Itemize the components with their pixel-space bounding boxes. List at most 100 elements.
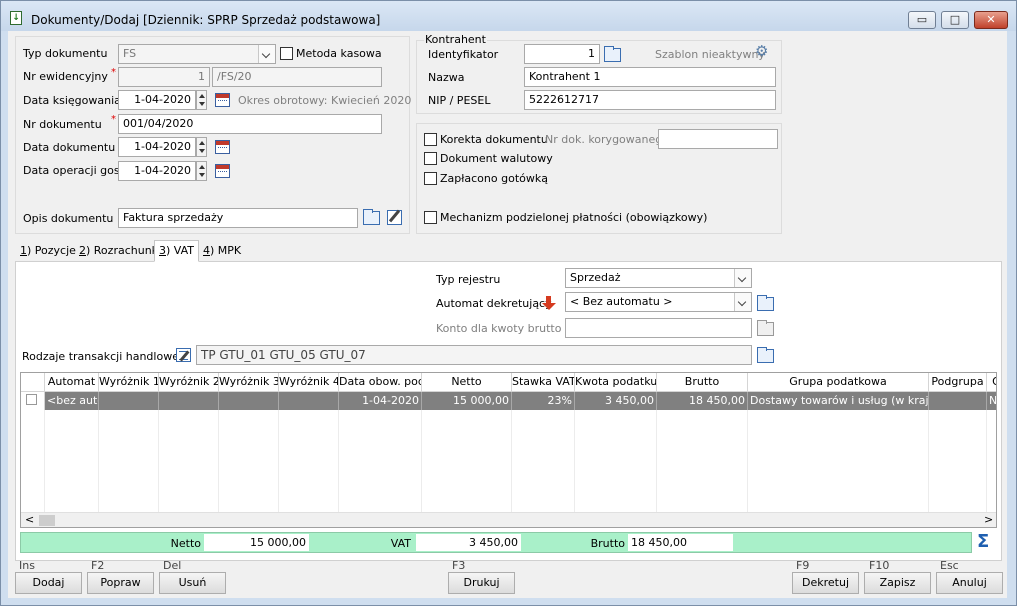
grid-header-data-obow[interactable]: Data obow. pod. [339,373,422,392]
nazwa-input[interactable]: Kontrahent 1 [524,67,776,87]
opis-dokumentu-input[interactable]: Faktura sprzedaży [118,208,358,228]
scroll-left-button[interactable]: < [25,513,34,526]
folder-icon[interactable] [604,46,621,62]
folder-icon [757,320,774,336]
grid-header-brutto[interactable]: Brutto [657,373,748,392]
grid-header-wyroznik-2[interactable]: Wyróżnik 2 [159,373,219,392]
tab-rozrachunki[interactable]: 2) Rozrachunki [74,240,166,261]
arrow-down-icon[interactable] [540,293,558,313]
data-dokumentu-input[interactable]: 1-04-2020 [118,137,196,157]
grid-header-o[interactable]: O [987,373,996,392]
data-ksiegowania-label: Data księgowania [23,94,121,107]
tab-pozycje[interactable]: 1) Pozycje [15,240,81,261]
tab-mpk[interactable]: 4) MPK [198,240,246,261]
okres-obrotowy-text: Okres obrotowy: Kwiecień 2020 [238,94,412,107]
summary-row: Netto 15 000,00 VAT 3 450,00 Brutto 18 4… [20,532,972,553]
gotowka-checkbox[interactable] [424,172,437,185]
nr-dokumentu-input[interactable]: 001/04/2020 [118,114,382,134]
row-select-cell[interactable] [21,392,45,410]
nip-input[interactable]: 5222612717 [524,90,776,110]
anuluj-button[interactable]: Anuluj [936,572,1003,594]
data-operacji-input[interactable]: 1-04-2020 [118,161,196,181]
grid-header-wyroznik-3[interactable]: Wyróżnik 3 [219,373,279,392]
zapisz-shortcut: F10 [869,559,890,572]
scroll-right-button[interactable]: > [984,513,993,526]
typ-dokumentu-select[interactable]: FS [118,44,276,64]
cell-wyroznik-4 [279,392,339,410]
row-checkbox[interactable] [26,394,37,405]
grid-header-select[interactable] [21,373,45,392]
mechanizm-checkbox[interactable] [424,211,437,224]
grid-header-grupa-podatkowa[interactable]: Grupa podatkowa [748,373,929,392]
dekretuj-shortcut: F9 [796,559,810,572]
grid-header-automat[interactable]: Automat [45,373,99,392]
grid-header-wyroznik-4[interactable]: Wyróżnik 4 [279,373,339,392]
drukuj-button[interactable]: Drukuj [448,572,515,594]
list-edit-icon[interactable] [176,348,191,362]
typ-rejestru-select[interactable]: Sprzedaż [565,268,752,288]
gear-icon[interactable]: ⚙ [755,44,770,59]
folder-icon[interactable] [363,209,380,225]
data-ksiegowania-input[interactable]: 1-04-2020 [118,90,196,110]
chevron-down-icon[interactable] [734,269,751,287]
grid-line [928,410,929,512]
nr-ewidencyjny-number[interactable]: 1 [118,67,210,87]
minimize-button[interactable]: ▭ [908,11,936,29]
zapisz-button[interactable]: Zapisz [864,572,931,594]
metoda-kasowa-checkbox[interactable] [280,47,293,60]
rodzaje-transakcji-input[interactable]: TP GTU_01 GTU_05 GTU_07 [196,345,752,365]
horizontal-scrollbar[interactable]: < > [21,512,996,527]
tab-hotkey: 4 [203,244,210,257]
automat-dekretujacy-value: < Bez automatu > [570,295,673,308]
identyfikator-input[interactable]: 1 [524,44,600,64]
grid-header-netto[interactable]: Netto [422,373,512,392]
grid-line [44,410,45,512]
tab-hotkey: 3 [159,244,166,257]
chevron-down-icon[interactable] [258,45,275,63]
popraw-button[interactable]: Popraw [87,572,154,594]
dodaj-button[interactable]: Dodaj [15,572,82,594]
cell-kwota-podatku: 3 450,00 [575,392,657,410]
tab-label: ) MPK [210,244,242,257]
grid-line [98,410,99,512]
grid-header-kwota-podatku[interactable]: Kwota podatku [575,373,657,392]
calendar-icon[interactable] [215,140,230,154]
grid-header-podgrupa[interactable]: Podgrupa [929,373,987,392]
sigma-icon[interactable]: Σ [977,531,989,552]
grid-header-wyroznik-1[interactable]: Wyróżnik 1 [99,373,159,392]
calendar-icon[interactable] [215,164,230,178]
chevron-down-icon[interactable] [734,293,751,311]
grid-line [218,410,219,512]
edit-icon[interactable] [387,210,402,225]
summary-vat-label: VAT [390,537,411,550]
grid-line [986,410,987,512]
maximize-button[interactable]: □ [941,11,969,29]
folder-icon[interactable] [757,347,774,363]
nr-dok-korygowanego-label: Nr dok. korygowanego [545,133,669,146]
cell-netto: 15 000,00 [422,392,512,410]
usun-button[interactable]: Usuń [159,572,226,594]
walutowy-checkbox[interactable] [424,152,437,165]
popraw-shortcut: F2 [91,559,105,572]
cell-data-obow: 1-04-2020 [339,392,422,410]
grid-line [656,410,657,512]
dekretuj-button[interactable]: Dekretuj [792,572,859,594]
konto-brutto-input[interactable] [565,318,752,338]
data-dokumentu-spinner[interactable] [196,137,207,157]
data-ksiegowania-spinner[interactable] [196,90,207,110]
data-operacji-spinner[interactable] [196,161,207,181]
tab-vat[interactable]: 3) VAT [154,240,199,262]
folder-icon[interactable] [757,295,774,311]
usun-shortcut: Del [163,559,182,572]
scroll-thumb[interactable] [39,515,55,526]
automat-dekretujacy-select[interactable]: < Bez automatu > [565,292,752,312]
calendar-icon[interactable] [215,93,230,107]
nr-dok-korygowanego-input[interactable] [658,129,778,149]
close-button[interactable]: ✕ [974,11,1008,29]
summary-netto-label: Netto [170,537,201,550]
nazwa-label: Nazwa [428,71,465,84]
metoda-kasowa-label: Metoda kasowa [296,47,382,60]
grid-header-stawka-vat[interactable]: Stawka VAT [512,373,575,392]
korekta-checkbox[interactable] [424,133,437,146]
walutowy-label: Dokument walutowy [440,152,553,165]
